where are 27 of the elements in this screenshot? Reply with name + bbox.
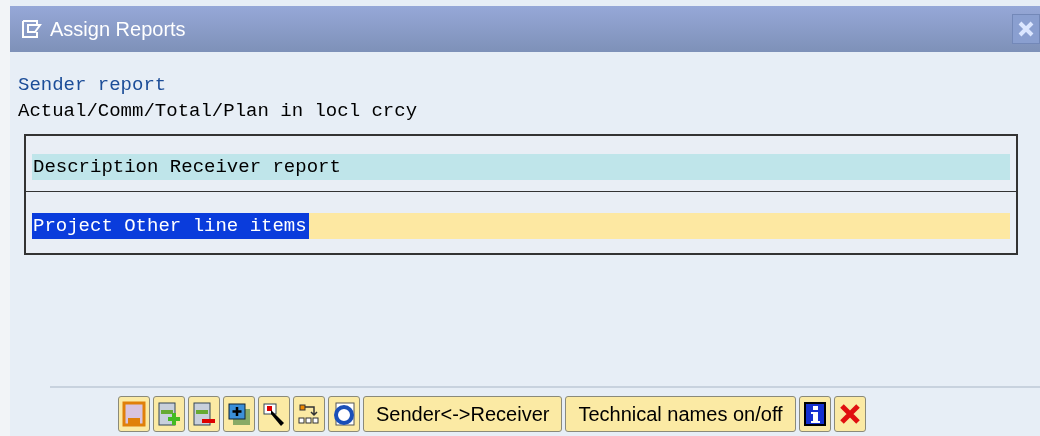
column-header: Description Receiver report: [32, 154, 1010, 180]
select-button[interactable]: [258, 396, 290, 432]
add-button[interactable]: [223, 396, 255, 432]
delete-row-icon: [192, 401, 216, 427]
info-button[interactable]: [798, 396, 831, 432]
refresh-icon: [332, 401, 356, 427]
cancel-button[interactable]: [833, 396, 866, 432]
cancel-icon: [838, 403, 861, 425]
add-icon: [227, 401, 251, 427]
cursor-icon: [262, 401, 286, 427]
close-button[interactable]: [1012, 14, 1040, 44]
refresh-button[interactable]: [328, 396, 360, 432]
insert-row-button[interactable]: [153, 396, 185, 432]
sort-icon: [297, 401, 321, 427]
save-icon: [122, 401, 146, 427]
save-button[interactable]: [118, 396, 150, 432]
toolbar-button[interactable]: Sender<->Receiver: [363, 396, 563, 432]
close-icon: [1017, 20, 1035, 38]
table-row[interactable]: Project Other line items: [32, 213, 309, 239]
sort-button[interactable]: [293, 396, 325, 432]
insert-row-icon: [157, 401, 181, 427]
window-title: Assign Reports: [50, 17, 186, 42]
info-icon: [802, 401, 827, 427]
toolbar-button[interactable]: Technical names on/off: [565, 396, 796, 432]
sender-label: Sender report: [18, 73, 167, 98]
delete-row-button[interactable]: [188, 396, 220, 432]
sender-value: Actual/Comm/Total/Plan in locl crcy: [18, 99, 418, 124]
